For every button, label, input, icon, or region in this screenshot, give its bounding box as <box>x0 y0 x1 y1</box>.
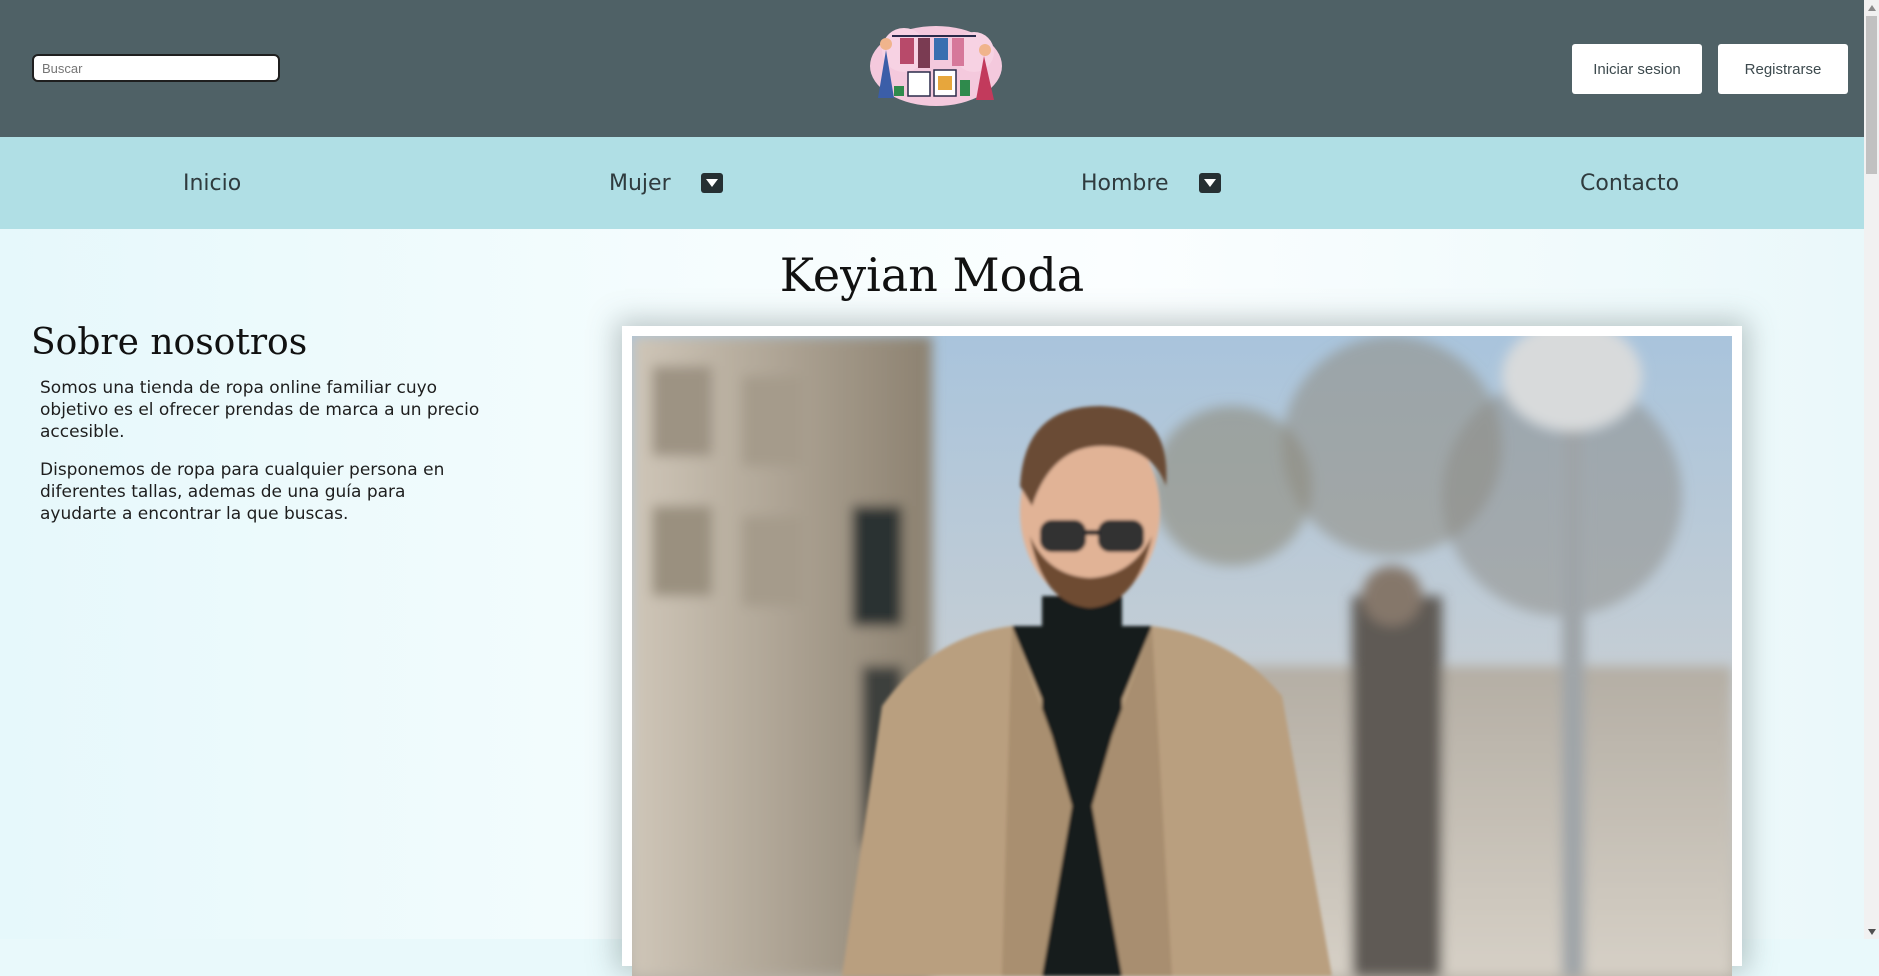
nav-item-label: Mujer <box>609 170 671 196</box>
nav-item-label: Contacto <box>1580 170 1680 196</box>
page-scrollbar[interactable] <box>1864 0 1879 939</box>
scroll-thumb[interactable] <box>1866 16 1877 174</box>
nav-item-hombre[interactable]: Hombre <box>1081 137 1221 229</box>
nav-item-mujer[interactable]: Mujer <box>609 137 723 229</box>
nav-item-label: Inicio <box>183 170 242 196</box>
about-heading: Sobre nosotros <box>31 322 308 363</box>
hero-image <box>632 336 1732 976</box>
caret-down-icon[interactable] <box>1198 173 1221 193</box>
login-button[interactable]: Iniciar sesion <box>1572 44 1702 94</box>
register-button[interactable]: Registrarse <box>1718 44 1848 94</box>
nav-item-label: Hombre <box>1081 170 1169 196</box>
main-nav: Inicio Mujer Hombre Contacto <box>0 137 1864 229</box>
hero-image-frame <box>622 326 1742 976</box>
scroll-down-icon[interactable] <box>1864 924 1879 939</box>
nav-item-contacto[interactable]: Contacto <box>1580 137 1679 229</box>
nav-item-inicio[interactable]: Inicio <box>183 137 241 229</box>
page-title: Keyian Moda <box>779 248 1085 302</box>
about-paragraph: Somos una tienda de ropa online familiar… <box>40 378 480 442</box>
scroll-up-icon[interactable] <box>1864 0 1879 15</box>
about-paragraph: Disponemos de ropa para cualquier person… <box>40 460 445 524</box>
store-logo[interactable] <box>864 20 1008 110</box>
search-input[interactable] <box>32 54 280 82</box>
site-header: Iniciar sesion Registrarse <box>0 0 1864 137</box>
caret-down-icon[interactable] <box>700 173 723 193</box>
